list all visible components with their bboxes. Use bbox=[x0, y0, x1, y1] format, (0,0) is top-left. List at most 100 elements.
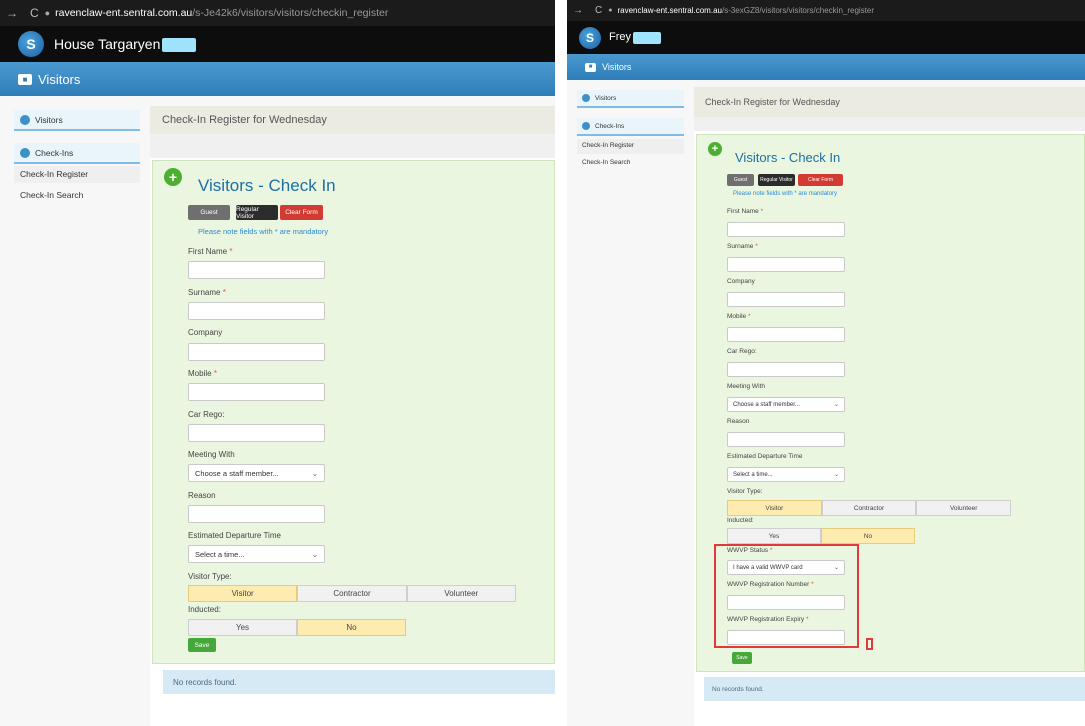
mobile-input[interactable] bbox=[727, 327, 845, 342]
sidebar-item-checkin-register[interactable]: Check-In Register bbox=[577, 139, 684, 154]
sidebar-visitors[interactable]: Visitors bbox=[14, 110, 140, 131]
clear-form-button[interactable]: Clear Form bbox=[280, 205, 323, 220]
visitor-type-visitor[interactable]: Visitor bbox=[188, 585, 298, 602]
school-name: Frey bbox=[609, 31, 661, 44]
visitor-type-contractor[interactable]: Contractor bbox=[821, 500, 917, 516]
regular-visitor-button[interactable]: Regular Visitor bbox=[758, 174, 795, 186]
inducted-no[interactable]: No bbox=[821, 528, 915, 544]
wwvp-expiry-input[interactable] bbox=[727, 630, 845, 645]
module-bar[interactable]: ■ Visitors bbox=[0, 62, 555, 96]
lock-icon: ● bbox=[44, 8, 51, 18]
page-title: Check-In Register for Wednesday bbox=[694, 87, 1085, 117]
departure-label: Estimated Departure Time bbox=[727, 453, 803, 460]
mobile-input[interactable] bbox=[188, 383, 325, 401]
sidebar-checkins[interactable]: Check-Ins bbox=[577, 118, 684, 136]
reload-icon[interactable]: C bbox=[589, 5, 608, 16]
form-title: Visitors - Check In bbox=[198, 176, 336, 195]
departure-label: Estimated Departure Time bbox=[188, 531, 281, 540]
lock-icon: ● bbox=[608, 7, 613, 14]
wwvp-number-input[interactable] bbox=[727, 595, 845, 610]
module-title: Visitors bbox=[38, 71, 81, 87]
sidebar-item-checkin-search[interactable]: Check-In Search bbox=[14, 187, 140, 204]
toolbar-strip bbox=[150, 134, 555, 158]
car-rego-input[interactable] bbox=[188, 424, 325, 442]
sentral-logo-icon: S bbox=[18, 31, 44, 57]
company-input[interactable] bbox=[727, 292, 845, 307]
visitors-circle-icon bbox=[582, 94, 590, 102]
meeting-with-label: Meeting With bbox=[727, 383, 765, 390]
mandatory-note: Please note fields with * are mandatory bbox=[198, 227, 329, 236]
url-text[interactable]: ravenclaw-ent.sentral.com.au/s-Je42k6/vi… bbox=[55, 7, 388, 19]
visitor-type-contractor[interactable]: Contractor bbox=[297, 585, 407, 602]
car-rego-input[interactable] bbox=[727, 362, 845, 377]
save-button[interactable]: Save bbox=[732, 652, 752, 664]
visitor-type-visitor[interactable]: Visitor bbox=[727, 500, 822, 516]
visitor-type-volunteer[interactable]: Volunteer bbox=[916, 500, 1012, 516]
meeting-with-select[interactable]: Choose a staff member... ⌄ bbox=[727, 397, 845, 412]
clear-form-button[interactable]: Clear Form bbox=[798, 174, 843, 186]
sidebar-checkins[interactable]: Check-Ins bbox=[14, 143, 140, 164]
guest-button[interactable]: Guest bbox=[188, 205, 230, 220]
company-input[interactable] bbox=[188, 343, 325, 361]
inducted-label: Inducted: bbox=[727, 517, 754, 524]
sentral-logo-icon: S bbox=[579, 26, 601, 49]
reason-input[interactable] bbox=[727, 432, 845, 447]
add-icon[interactable]: + bbox=[164, 168, 182, 186]
regular-visitor-button[interactable]: Regular Visitor bbox=[236, 205, 278, 220]
surname-label: Surname * bbox=[188, 288, 226, 297]
save-button[interactable]: Save bbox=[188, 638, 216, 652]
first-name-label: First Name * bbox=[188, 247, 233, 256]
sidebar-item-checkin-register[interactable]: Check-In Register bbox=[14, 166, 140, 183]
first-name-input[interactable] bbox=[727, 222, 845, 237]
reason-label: Reason bbox=[188, 491, 216, 500]
surname-input[interactable] bbox=[727, 257, 845, 272]
car-rego-label: Car Rego: bbox=[188, 410, 225, 419]
visitor-type-volunteer[interactable]: Volunteer bbox=[406, 585, 516, 602]
guest-button[interactable]: Guest bbox=[727, 174, 754, 186]
sidebar-item-checkin-search[interactable]: Check-In Search bbox=[577, 156, 684, 171]
chevron-down-icon: ⌄ bbox=[833, 472, 839, 478]
right-screenshot-panel: → C ● ravenclaw-ent.sentral.com.au/s-3ex… bbox=[567, 0, 1085, 726]
inducted-yes[interactable]: Yes bbox=[188, 619, 297, 636]
inducted-yes[interactable]: Yes bbox=[727, 528, 821, 544]
mobile-label: Mobile * bbox=[727, 313, 751, 320]
wwvp-status-label: WWVP Status * bbox=[727, 547, 773, 554]
car-rego-label: Car Rego: bbox=[727, 348, 757, 355]
visitor-type-label: Visitor Type: bbox=[727, 488, 763, 495]
reason-label: Reason bbox=[727, 418, 750, 425]
school-name: House Targaryen bbox=[54, 36, 197, 53]
inducted-segment: Yes No bbox=[727, 528, 915, 544]
departure-select[interactable]: Select a time... ⌄ bbox=[188, 545, 325, 563]
annotation-marker bbox=[866, 638, 873, 650]
company-label: Company bbox=[727, 278, 755, 285]
module-bar[interactable]: ■ Visitors bbox=[567, 54, 1085, 80]
company-label: Company bbox=[188, 328, 223, 337]
inducted-no[interactable]: No bbox=[297, 619, 406, 636]
reason-input[interactable] bbox=[188, 505, 325, 523]
wwvp-status-select[interactable]: I have a valid WWVP card ⌄ bbox=[727, 560, 845, 575]
meeting-with-select[interactable]: Choose a staff member... ⌄ bbox=[188, 464, 325, 482]
chevron-down-icon: ⌄ bbox=[311, 549, 318, 559]
visitors-circle-icon bbox=[20, 114, 30, 125]
checkins-circle-icon bbox=[20, 147, 30, 158]
add-icon[interactable]: + bbox=[708, 142, 722, 156]
departure-select[interactable]: Select a time... ⌄ bbox=[727, 467, 845, 482]
first-name-label: First Name * bbox=[727, 208, 764, 215]
browser-url-bar: → C ● ravenclaw-ent.sentral.com.au/s-Je4… bbox=[0, 0, 555, 26]
left-screenshot-panel: → C ● ravenclaw-ent.sentral.com.au/s-Je4… bbox=[0, 0, 555, 726]
reload-icon[interactable]: C bbox=[24, 6, 45, 20]
url-text[interactable]: ravenclaw-ent.sentral.com.au/s-3exGZ8/vi… bbox=[617, 6, 874, 15]
surname-label: Surname * bbox=[727, 243, 758, 250]
checkins-circle-icon bbox=[582, 122, 590, 130]
surname-input[interactable] bbox=[188, 302, 325, 320]
first-name-input[interactable] bbox=[188, 261, 325, 279]
sidebar-visitors[interactable]: Visitors bbox=[577, 90, 684, 108]
back-icon[interactable]: → bbox=[0, 6, 24, 20]
visitor-type-segment: Visitor Contractor Volunteer bbox=[727, 500, 1012, 516]
back-icon[interactable]: → bbox=[567, 5, 589, 16]
browser-url-bar: → C ● ravenclaw-ent.sentral.com.au/s-3ex… bbox=[567, 0, 1085, 21]
id-card-icon: ■ bbox=[18, 73, 32, 85]
chevron-down-icon: ⌄ bbox=[833, 565, 839, 571]
visitor-type-label: Visitor Type: bbox=[188, 572, 232, 581]
inducted-label: Inducted: bbox=[188, 605, 221, 614]
